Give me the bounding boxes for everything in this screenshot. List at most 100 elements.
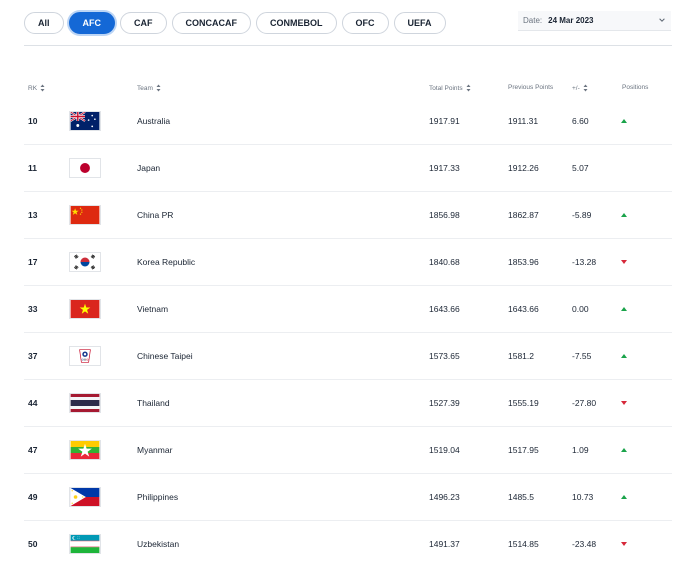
table-row[interactable]: 44 Thailand 1527.39 1555.19 -27.80 [24, 380, 672, 427]
myanmar-flag-icon [69, 440, 101, 460]
total-points: 1917.33 [429, 163, 460, 173]
previous-points: 1555.19 [508, 398, 539, 408]
points-diff: -5.89 [572, 210, 592, 220]
total-points: 1527.39 [429, 398, 460, 408]
header-diff-label: +/- [572, 84, 580, 92]
thailand-flag-icon [69, 393, 101, 413]
team-name[interactable]: Myanmar [137, 427, 172, 473]
filter-bar: All AFC CAF CONCACAF CONMEBOL OFC UEFA D… [0, 0, 693, 46]
table-row[interactable]: 47 Myanmar 1519.04 1517.95 1.09 [24, 427, 672, 474]
position-change [621, 427, 631, 473]
total-points: 1856.98 [429, 210, 460, 220]
tab-afc[interactable]: AFC [68, 12, 116, 34]
arrow-up-icon [621, 213, 627, 217]
position-change [621, 521, 631, 567]
arrow-up-icon [621, 354, 627, 358]
rank-cell: 33 [28, 304, 38, 314]
table-row[interactable]: 13 China PR 1856.98 1862.87 -5.89 [24, 192, 672, 239]
table-row[interactable]: 49 Philippines 1496.23 1485.5 10.73 [24, 474, 672, 521]
previous-points: 1485.5 [508, 492, 534, 502]
table-row[interactable]: 33 Vietnam 1643.66 1643.66 0.00 [24, 286, 672, 333]
table-row[interactable]: 17 Korea Republic 1840.68 1853.96 -13.28 [24, 239, 672, 286]
position-change [621, 474, 631, 520]
position-change [621, 286, 631, 332]
previous-points: 1911.31 [508, 116, 539, 126]
total-points: 1840.68 [429, 257, 460, 267]
header-diff[interactable]: +/- [572, 84, 588, 92]
previous-points: 1912.26 [508, 163, 539, 173]
arrow-down-icon [621, 260, 627, 264]
header-team[interactable]: Team [137, 84, 161, 92]
rank-cell: 50 [28, 539, 38, 549]
header-positions: Positions [622, 84, 648, 91]
rank-cell: 17 [28, 257, 38, 267]
header-rank[interactable]: RK [28, 84, 45, 92]
previous-points: 1514.85 [508, 539, 539, 549]
china-flag-icon [69, 205, 101, 225]
team-name[interactable]: Uzbekistan [137, 521, 179, 567]
header-previous-points: Previous Points [508, 84, 553, 91]
position-change [621, 239, 631, 285]
previous-points: 1517.95 [508, 445, 539, 455]
total-points: 1496.23 [429, 492, 460, 502]
header-team-label: Team [137, 84, 153, 92]
tab-concacaf[interactable]: CONCACAF [171, 12, 252, 34]
tab-ofc[interactable]: OFC [341, 12, 389, 34]
table-row[interactable]: 10 Australia 1917.91 1911.31 6.60 [24, 98, 672, 145]
points-diff: 5.07 [572, 163, 589, 173]
team-name[interactable]: Australia [137, 98, 170, 144]
header-total-points[interactable]: Total Points [429, 84, 471, 92]
table-header: RK Team Total Points Previous Points +/-… [24, 80, 672, 98]
confederation-tabs: All AFC CAF CONCACAF CONMEBOL OFC UEFA [24, 12, 446, 34]
points-diff: -23.48 [572, 539, 597, 549]
tab-all[interactable]: All [24, 12, 64, 34]
tab-caf[interactable]: CAF [120, 12, 167, 34]
table-row[interactable]: 37 Chinese Taipei 1573.65 1581.2 -7.55 [24, 333, 672, 380]
rank-cell: 47 [28, 445, 38, 455]
header-rank-label: RK [28, 84, 38, 92]
australia-flag-icon [69, 111, 101, 131]
team-name[interactable]: Vietnam [137, 286, 168, 332]
sort-icon [583, 84, 588, 92]
team-name[interactable]: Chinese Taipei [137, 333, 193, 379]
previous-points: 1581.2 [508, 351, 534, 361]
team-name[interactable]: Philippines [137, 474, 178, 520]
position-change [621, 145, 631, 191]
points-diff: -13.28 [572, 257, 597, 267]
rank-cell: 49 [28, 492, 38, 502]
date-value: 24 Mar 2023 [548, 16, 594, 25]
team-name[interactable]: Korea Republic [137, 239, 195, 285]
previous-points: 1862.87 [508, 210, 539, 220]
team-name[interactable]: Japan [137, 145, 160, 191]
date-label: Date: [523, 16, 543, 25]
table-row[interactable]: 50 Uzbekistan 1491.37 1514.85 -23.48 [24, 521, 672, 567]
header-positions-label: Positions [622, 84, 649, 91]
total-points: 1573.65 [429, 351, 460, 361]
position-change [621, 333, 631, 379]
total-points: 1643.66 [429, 304, 460, 314]
arrow-up-icon [621, 119, 627, 123]
previous-points: 1643.66 [508, 304, 539, 314]
date-select[interactable]: Date: 24 Mar 2023 [518, 11, 671, 31]
team-name[interactable]: Thailand [137, 380, 170, 426]
rank-cell: 10 [28, 116, 38, 126]
total-points: 1519.04 [429, 445, 460, 455]
japan-flag-icon [69, 158, 101, 178]
sort-icon [40, 84, 45, 92]
points-diff: 10.73 [572, 492, 594, 502]
sort-icon [156, 84, 161, 92]
tab-conmebol[interactable]: CONMEBOL [256, 12, 337, 34]
header-previous-label: Previous Points [508, 84, 554, 91]
arrow-up-icon [621, 448, 627, 452]
korea-flag-icon [69, 252, 101, 272]
tab-uefa[interactable]: UEFA [393, 12, 446, 34]
philippines-flag-icon [69, 487, 101, 507]
rank-cell: 13 [28, 210, 38, 220]
table-row[interactable]: 11 Japan 1917.33 1912.26 5.07 [24, 145, 672, 192]
team-name[interactable]: China PR [137, 192, 173, 238]
position-change [621, 98, 631, 144]
vietnam-flag-icon [69, 299, 101, 319]
arrow-down-icon [621, 542, 627, 546]
arrow-down-icon [621, 401, 627, 405]
arrow-up-icon [621, 495, 627, 499]
